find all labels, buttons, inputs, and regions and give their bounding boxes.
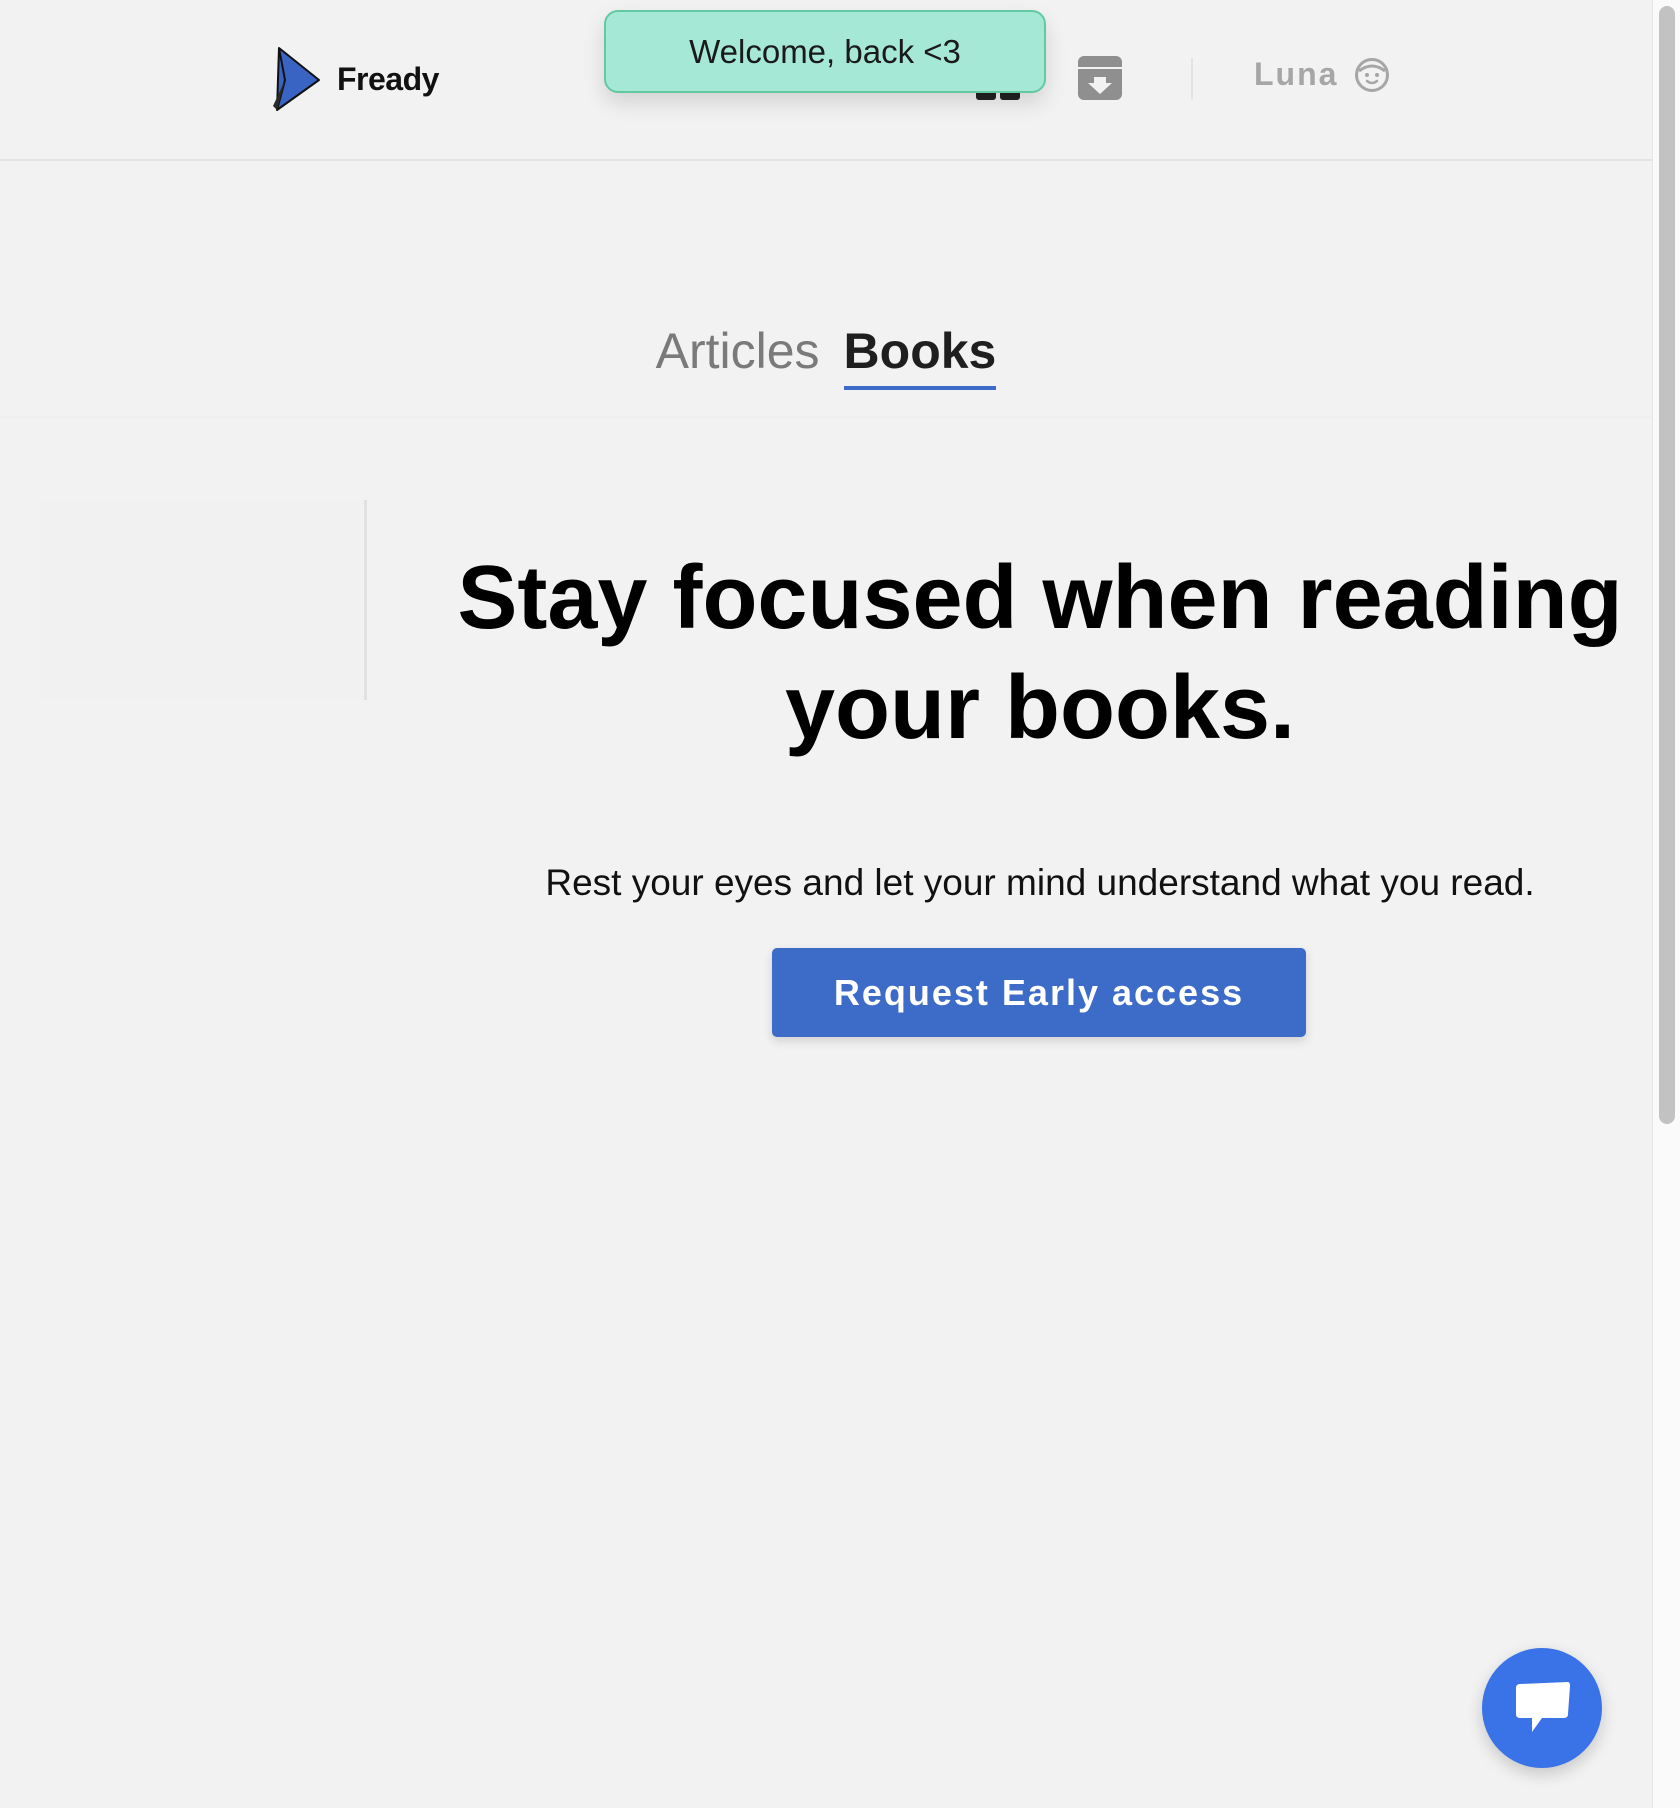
page: Fready Luna Welcome, back <3 Articles Bo… bbox=[0, 0, 1680, 1808]
user-face-icon bbox=[1355, 57, 1390, 92]
welcome-toast: Welcome, back <3 bbox=[604, 10, 1046, 93]
chat-button[interactable] bbox=[1482, 1648, 1602, 1768]
hero-title: Stay focused when reading your books. bbox=[457, 548, 1623, 758]
user-name: Luna bbox=[1254, 56, 1339, 92]
chat-bubble-icon bbox=[1516, 1682, 1570, 1732]
header-divider bbox=[1191, 58, 1193, 100]
user-menu[interactable]: Luna bbox=[1254, 56, 1390, 93]
side-panel bbox=[40, 500, 362, 700]
content-tabs: Articles Books bbox=[0, 318, 1652, 390]
hero-subtitle: Rest your eyes and let your mind underst… bbox=[545, 862, 1535, 903]
tab-books[interactable]: Books bbox=[843, 318, 997, 390]
archive-download-icon[interactable] bbox=[1077, 55, 1123, 101]
tab-articles[interactable]: Articles bbox=[656, 318, 820, 390]
tabs-separator bbox=[0, 416, 1652, 418]
logo-text: Fready bbox=[337, 60, 439, 97]
scrollbar-thumb[interactable] bbox=[1659, 6, 1675, 1124]
fready-logo[interactable]: Fready bbox=[271, 46, 439, 112]
request-early-access-button[interactable]: Request Early access bbox=[772, 948, 1306, 1037]
fready-logo-icon bbox=[273, 47, 320, 111]
side-panel-divider bbox=[364, 500, 367, 700]
